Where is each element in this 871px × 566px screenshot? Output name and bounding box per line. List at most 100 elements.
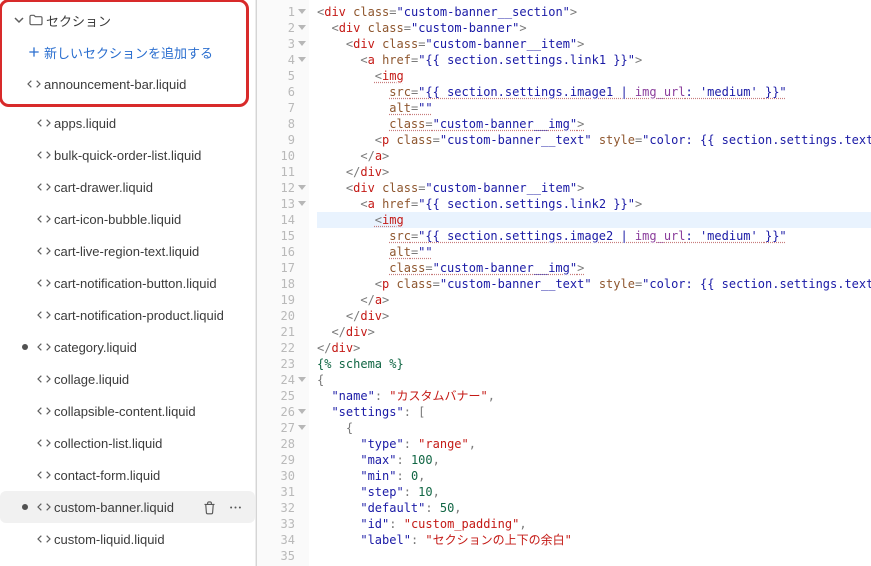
- code-line[interactable]: {: [317, 372, 871, 388]
- file-name: collapsible-content.liquid: [54, 404, 245, 419]
- file-name: cart-drawer.liquid: [54, 180, 245, 195]
- code-line[interactable]: "name": "カスタムバナー",: [317, 388, 871, 404]
- file-item[interactable]: category.liquid: [0, 331, 255, 363]
- code-line[interactable]: <a href="{{ section.settings.link2 }}">: [317, 196, 871, 212]
- file-item[interactable]: cart-notification-button.liquid: [0, 267, 255, 299]
- code-line[interactable]: src="{{ section.settings.image2 | img_ur…: [317, 228, 871, 244]
- code-line[interactable]: alt="": [317, 244, 871, 260]
- code-line[interactable]: "id": "custom_padding",: [317, 516, 871, 532]
- line-number[interactable]: 20: [257, 308, 309, 324]
- line-number[interactable]: 30: [257, 468, 309, 484]
- code-line[interactable]: </a>: [317, 292, 871, 308]
- code-line[interactable]: "step": 10,: [317, 484, 871, 500]
- code-line[interactable]: <div class="custom-banner">: [317, 20, 871, 36]
- more-button[interactable]: [225, 497, 245, 517]
- highlight-box: セクション 新しいセクションを追加する announcement-bar.liq…: [0, 0, 249, 107]
- line-number[interactable]: 7: [257, 100, 309, 116]
- file-item[interactable]: collapsible-content.liquid: [0, 395, 255, 427]
- line-number[interactable]: 6: [257, 84, 309, 100]
- code-line[interactable]: <a href="{{ section.settings.link1 }}">: [317, 52, 871, 68]
- file-item[interactable]: custom-banner.liquid: [0, 491, 255, 523]
- code-line[interactable]: "default": 50,: [317, 500, 871, 516]
- code-line[interactable]: "type": "range",: [317, 436, 871, 452]
- line-number[interactable]: 3: [257, 36, 309, 52]
- line-number[interactable]: 28: [257, 436, 309, 452]
- delete-button[interactable]: [199, 497, 219, 517]
- line-number[interactable]: 8: [257, 116, 309, 132]
- file-item[interactable]: contact-form.liquid: [0, 459, 255, 491]
- file-name: collage.liquid: [54, 372, 245, 387]
- line-number[interactable]: 11: [257, 164, 309, 180]
- code-line[interactable]: </div>: [317, 164, 871, 180]
- code-line[interactable]: <div class="custom-banner__section">: [317, 4, 871, 20]
- code-line[interactable]: class="custom-banner__img">: [317, 260, 871, 276]
- line-number[interactable]: 32: [257, 500, 309, 516]
- dirty-indicator: [22, 344, 28, 350]
- app-root: セクション 新しいセクションを追加する announcement-bar.liq…: [0, 0, 871, 566]
- code-line[interactable]: <p class="custom-banner__text" style="co…: [317, 276, 871, 292]
- line-number[interactable]: 19: [257, 292, 309, 308]
- code-line[interactable]: {% schema %}: [317, 356, 871, 372]
- code-line[interactable]: <p class="custom-banner__text" style="co…: [317, 132, 871, 148]
- file-name: cart-icon-bubble.liquid: [54, 212, 245, 227]
- code-line[interactable]: <div class="custom-banner__item">: [317, 36, 871, 52]
- file-item[interactable]: collection-list.liquid: [0, 427, 255, 459]
- code-line[interactable]: class="custom-banner__img">: [317, 116, 871, 132]
- line-number[interactable]: 17: [257, 260, 309, 276]
- folder-sections[interactable]: セクション: [2, 4, 246, 36]
- line-number[interactable]: 24: [257, 372, 309, 388]
- code-line[interactable]: </div>: [317, 324, 871, 340]
- file-item[interactable]: apps.liquid: [0, 107, 255, 139]
- line-number[interactable]: 16: [257, 244, 309, 260]
- file-item[interactable]: cart-live-region-text.liquid: [0, 235, 255, 267]
- line-number[interactable]: 27: [257, 420, 309, 436]
- line-number[interactable]: 21: [257, 324, 309, 340]
- code-line[interactable]: alt="": [317, 100, 871, 116]
- code-line[interactable]: "max": 100,: [317, 452, 871, 468]
- code-editor[interactable]: 1234567891011121314151617181920212223242…: [256, 0, 871, 566]
- code-line[interactable]: </div>: [317, 340, 871, 356]
- code-line[interactable]: </a>: [317, 148, 871, 164]
- add-section-button[interactable]: 新しいセクションを追加する: [2, 36, 246, 68]
- code-line[interactable]: "label": "セクションの上下の余白": [317, 532, 871, 548]
- code-line[interactable]: <img: [317, 68, 871, 84]
- file-item[interactable]: cart-drawer.liquid: [0, 171, 255, 203]
- file-item[interactable]: cart-icon-bubble.liquid: [0, 203, 255, 235]
- line-number[interactable]: 10: [257, 148, 309, 164]
- line-number[interactable]: 2: [257, 20, 309, 36]
- file-name: collection-list.liquid: [54, 436, 245, 451]
- code-line[interactable]: <div class="custom-banner__item">: [317, 180, 871, 196]
- line-number[interactable]: 22: [257, 340, 309, 356]
- line-number[interactable]: 14: [257, 212, 309, 228]
- line-number[interactable]: 31: [257, 484, 309, 500]
- code-icon: [34, 371, 54, 387]
- code-line[interactable]: {: [317, 420, 871, 436]
- file-item[interactable]: announcement-bar.liquid: [2, 68, 246, 100]
- line-number[interactable]: 4: [257, 52, 309, 68]
- line-number[interactable]: 15: [257, 228, 309, 244]
- file-item[interactable]: custom-liquid.liquid: [0, 523, 255, 555]
- code-line[interactable]: "min": 0,: [317, 468, 871, 484]
- line-number[interactable]: 5: [257, 68, 309, 84]
- code-line[interactable]: src="{{ section.settings.image1 | img_ur…: [317, 84, 871, 100]
- line-number[interactable]: 18: [257, 276, 309, 292]
- line-number[interactable]: 29: [257, 452, 309, 468]
- code-line[interactable]: "settings": [: [317, 404, 871, 420]
- line-number[interactable]: 1: [257, 4, 309, 20]
- line-number[interactable]: 12: [257, 180, 309, 196]
- line-number[interactable]: 13: [257, 196, 309, 212]
- file-item[interactable]: collage.liquid: [0, 363, 255, 395]
- file-item[interactable]: cart-notification-product.liquid: [0, 299, 255, 331]
- line-number[interactable]: 33: [257, 516, 309, 532]
- line-number[interactable]: 26: [257, 404, 309, 420]
- line-number[interactable]: 9: [257, 132, 309, 148]
- line-number[interactable]: 25: [257, 388, 309, 404]
- line-number[interactable]: 35: [257, 548, 309, 564]
- code-line[interactable]: [317, 548, 871, 564]
- line-number[interactable]: 34: [257, 532, 309, 548]
- code-line[interactable]: <img: [317, 212, 871, 228]
- code-area[interactable]: <div class="custom-banner__section"> <di…: [309, 0, 871, 566]
- line-number[interactable]: 23: [257, 356, 309, 372]
- file-item[interactable]: bulk-quick-order-list.liquid: [0, 139, 255, 171]
- code-line[interactable]: </div>: [317, 308, 871, 324]
